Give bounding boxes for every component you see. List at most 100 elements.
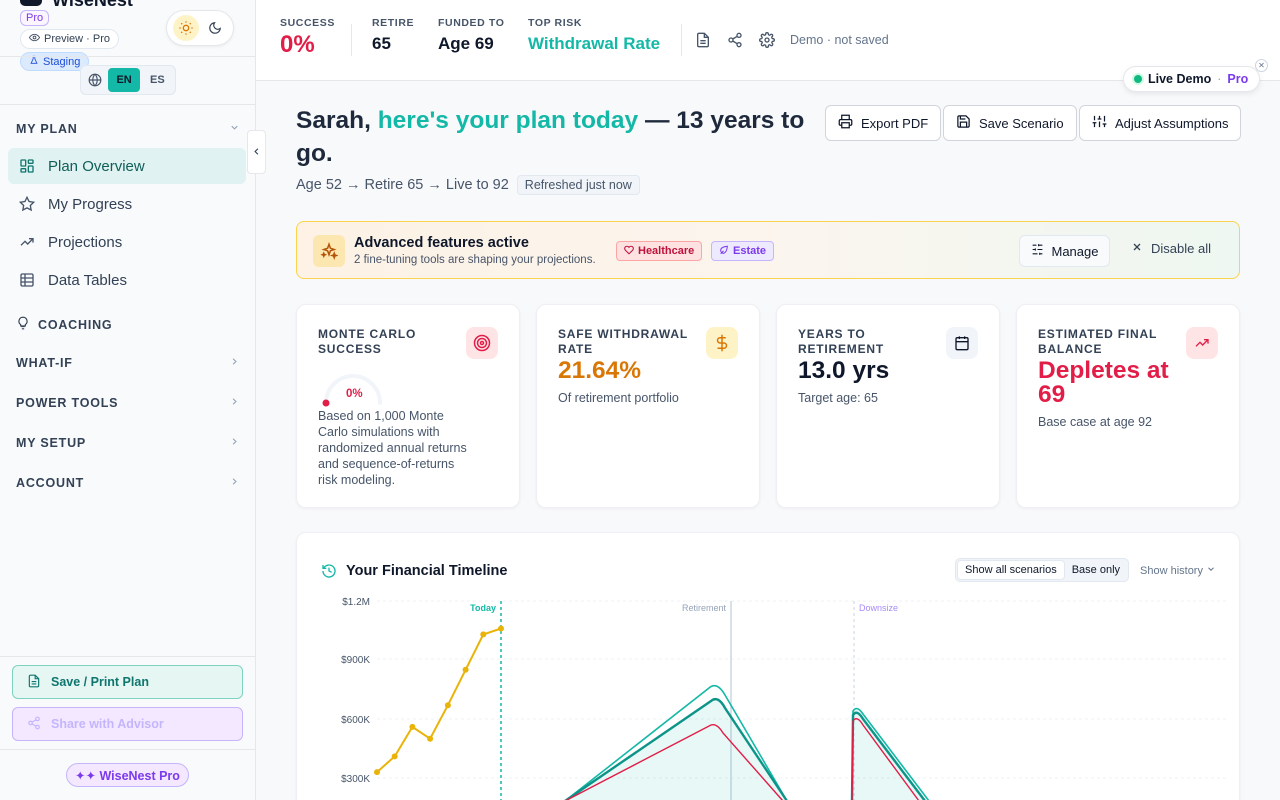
dollar-icon <box>706 327 738 359</box>
stat-label: TOP RISK <box>528 17 583 29</box>
stat-retire: RETIRE 65 <box>372 17 414 54</box>
save-scenario-label: Save Scenario <box>979 115 1064 131</box>
section-label: MY PLAN <box>16 122 78 136</box>
language-toggle[interactable]: EN ES <box>80 65 176 95</box>
greeting-accent: here's your plan today <box>377 107 639 134</box>
preview-badge[interactable]: Preview · Pro <box>20 29 120 49</box>
timeline-chart: $1.2M $900K $600K $300K Today Retirement… <box>341 597 1227 800</box>
sidebar-divider <box>0 104 256 105</box>
sidebar-item-projections[interactable]: Projections <box>8 224 246 260</box>
app-name: WiseNest <box>52 0 133 10</box>
card-label: SAFE WITHDRAWAL RATE <box>558 327 688 356</box>
sidebar-divider <box>0 749 256 750</box>
adjust-assumptions-button[interactable]: Adjust Assumptions <box>1079 105 1242 141</box>
section-label: ACCOUNT <box>16 476 85 490</box>
today-marker-label: Today <box>470 603 496 613</box>
save-print-button[interactable]: Save / Print Plan <box>12 665 243 699</box>
sidebar-divider <box>0 56 256 57</box>
lang-es-button[interactable]: ES <box>142 68 173 92</box>
advanced-features-banner: Advanced features active 2 fine-tuning t… <box>296 221 1240 279</box>
retirement-marker-label: Retirement <box>682 603 727 613</box>
export-pdf-button[interactable]: Export PDF <box>825 105 942 141</box>
save-scenario-button[interactable]: Save Scenario <box>943 105 1077 141</box>
sidebar-item-data-tables[interactable]: Data Tables <box>8 262 246 298</box>
card-label: MONTE CARLO SUCCESS <box>318 327 417 356</box>
y-tick-label: $900K <box>341 655 370 666</box>
stat-value: Age 69 <box>438 34 494 53</box>
card-value: 21.64% <box>558 357 642 384</box>
trend-up-icon <box>1186 327 1218 359</box>
sidebar-item-label: Projections <box>48 233 123 251</box>
age-timeline-text: Age 52 → Retire 65 → Live to 92 <box>296 177 509 193</box>
section-account[interactable]: ACCOUNT <box>16 476 240 490</box>
moon-icon[interactable] <box>202 15 228 41</box>
history-line <box>376 627 502 773</box>
pro-badge: Pro <box>20 10 50 26</box>
chevron-right-icon <box>229 436 240 450</box>
y-tick-label: $1.2M <box>342 597 370 608</box>
page-subtitle: Age 52 → Retire 65 → Live to 92 Refreshe… <box>296 175 640 195</box>
refreshed-badge: Refreshed just now <box>516 175 640 195</box>
estate-tag[interactable]: Estate <box>711 241 775 261</box>
tag-label: Healthcare <box>638 245 695 257</box>
section-my-setup[interactable]: MY SETUP <box>16 436 240 450</box>
sliders-icon <box>1092 114 1107 132</box>
disable-all-button[interactable]: Disable all <box>1131 241 1211 256</box>
greeting-name: Sarah, <box>296 107 371 134</box>
manage-button[interactable]: Manage <box>1019 235 1110 267</box>
financial-timeline-panel: Your Financial Timeline Show all scenari… <box>296 532 1240 800</box>
sidebar-item-coaching[interactable]: COACHING <box>16 316 112 333</box>
stat-funded-to: FUNDED TO Age 69 <box>438 17 504 54</box>
document-icon <box>27 674 41 691</box>
adjust-assumptions-label: Adjust Assumptions <box>1115 115 1229 131</box>
y-tick-label: $600K <box>341 715 370 726</box>
sidebar-item-plan-overview[interactable]: Plan Overview <box>8 148 246 184</box>
gear-icon[interactable] <box>758 31 776 49</box>
wisenest-pro-badge[interactable]: ✦✦ WiseNest Pro <box>66 763 189 787</box>
sidebar-collapse-button[interactable] <box>247 130 266 174</box>
stat-label: RETIRE <box>372 17 415 29</box>
card-sub: Target age: 65 <box>798 391 878 405</box>
share-advisor-button[interactable]: Share with Advisor <box>12 707 243 741</box>
trend-up-icon <box>18 233 36 251</box>
sidebar-item-label: Data Tables <box>48 271 127 289</box>
withdrawal-rate-card: SAFE WITHDRAWAL RATE 21.64% Of retiremen… <box>536 304 760 508</box>
stat-label: FUNDED TO <box>438 17 505 29</box>
section-what-if[interactable]: WHAT-IF <box>16 356 240 370</box>
target-icon <box>466 327 498 359</box>
stat-divider <box>351 24 352 56</box>
sun-icon[interactable] <box>172 15 199 41</box>
live-demo-badge[interactable]: Live Demo · Pro <box>1123 66 1260 92</box>
theme-toggle[interactable] <box>166 10 234 46</box>
healthcare-tag[interactable]: Healthcare <box>616 241 703 261</box>
share-icon[interactable] <box>726 31 744 49</box>
close-icon[interactable]: ✕ <box>1255 59 1268 72</box>
chevron-right-icon <box>229 476 240 490</box>
y-tick-label: $300K <box>341 774 370 785</box>
section-my-plan[interactable]: MY PLAN <box>16 122 240 136</box>
sidebar-item-label: Plan Overview <box>48 157 145 175</box>
live-demo-separator: · <box>1217 72 1222 86</box>
stat-top-risk: TOP RISK Withdrawal Rate <box>528 17 660 54</box>
gauge-marker <box>322 399 330 407</box>
card-label: ESTIMATED FINAL BALANCE <box>1038 327 1157 356</box>
monte-carlo-card: MONTE CARLO SUCCESS 0% Based on 1,000 Mo… <box>296 304 520 508</box>
manage-label: Manage <box>1051 243 1099 259</box>
gauge-value: 0% <box>346 388 363 400</box>
share-advisor-label: Share with Advisor <box>51 717 164 731</box>
sidebar-item-my-progress[interactable]: My Progress <box>8 186 246 222</box>
banner-subtitle: 2 fine-tuning tools are shaping your pro… <box>354 254 596 266</box>
section-power-tools[interactable]: POWER TOOLS <box>16 396 240 410</box>
chevron-left-icon <box>251 145 262 160</box>
sidebar-divider <box>0 656 256 657</box>
demo-status: Demo · not saved <box>790 33 889 47</box>
card-value: Depletes at 69 <box>1038 357 1169 408</box>
close-icon <box>1131 241 1143 256</box>
report-icon[interactable] <box>694 31 712 49</box>
years-to-retirement-card: YEARS TO RETIREMENT 13.0 yrs Target age:… <box>776 304 1000 508</box>
card-value: 13.0 yrs <box>798 357 890 384</box>
live-indicator <box>1134 75 1142 83</box>
history-point <box>427 735 434 742</box>
lang-en-button[interactable]: EN <box>108 68 140 92</box>
globe-icon <box>83 73 106 87</box>
